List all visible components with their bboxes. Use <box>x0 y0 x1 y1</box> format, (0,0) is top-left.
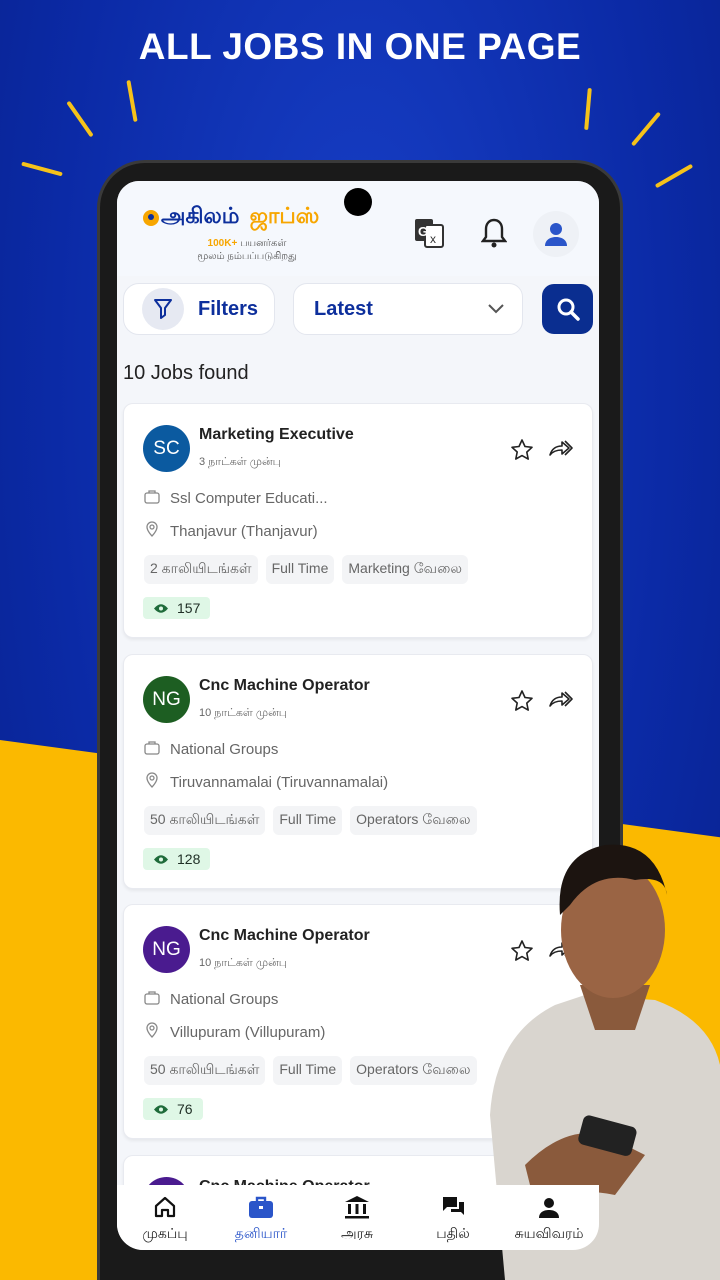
nav-item[interactable]: முகப்பு <box>117 1185 213 1250</box>
company-name: Ssl Computer Educati... <box>170 489 328 507</box>
tagline-text: பயனர்கள் <box>240 238 287 249</box>
location-row: Thanjavur (Thanjavur) <box>144 521 318 541</box>
tagline: 100K+ பயனர்கள் மூலம் நம்பப்படுகிறது <box>177 237 317 263</box>
svg-text:x: x <box>430 232 436 246</box>
logo-text-2: ஜாப்ஸ் <box>249 203 320 228</box>
tags: 50 காலியிடங்கள் Full Time Operators வேலை <box>144 806 477 835</box>
filter-icon <box>142 288 184 330</box>
company-row: Ssl Computer Educati... <box>144 488 328 508</box>
camera <box>344 188 372 216</box>
posted-time: 3 நாட்கள் முன்பு <box>199 456 281 468</box>
nav-label: முகப்பு <box>142 1225 188 1241</box>
job-type-chip: Full Time <box>265 555 335 584</box>
company-row: National Groups <box>144 989 278 1009</box>
views-badge: 76 <box>143 1098 203 1120</box>
bank-icon <box>344 1195 370 1222</box>
logo-text: அகிலம் <box>161 203 240 228</box>
eye-icon <box>154 603 168 613</box>
tags: 50 காலியிடங்கள் Full Time Operators வேலை <box>144 1056 477 1085</box>
nav-item[interactable]: பதில் <box>405 1185 501 1250</box>
share-icon[interactable] <box>548 689 574 714</box>
sort-dropdown[interactable]: Latest <box>293 283 523 335</box>
category-chip: Operators வேலை <box>350 1056 477 1085</box>
sort-value: Latest <box>314 297 373 320</box>
briefcase-outline-icon <box>144 739 160 759</box>
company-avatar: NG <box>143 926 190 973</box>
company-row: National Groups <box>144 739 278 759</box>
job-type-chip: Full Time <box>273 806 343 835</box>
location-icon <box>144 772 160 792</box>
location: Thanjavur (Thanjavur) <box>170 522 318 540</box>
views-count: 76 <box>177 1101 193 1117</box>
category-chip: Marketing வேலை <box>342 555 468 584</box>
eye-icon <box>154 854 168 864</box>
filters-label: Filters <box>198 297 259 320</box>
location-icon <box>144 1022 160 1042</box>
company-name: National Groups <box>170 740 279 758</box>
nav-item[interactable]: அரசு <box>309 1185 405 1250</box>
views-count: 157 <box>177 600 201 616</box>
job-card[interactable]: SC Marketing Executive 3 நாட்கள் முன்பு … <box>123 403 593 638</box>
location: Villupuram (Villupuram) <box>170 1023 326 1041</box>
category-chip: Operators வேலை <box>350 806 477 835</box>
posted-time: 10 நாட்கள் முன்பு <box>199 707 287 719</box>
eye-icon <box>154 1104 168 1114</box>
location: Tiruvannamalai (Tiruvannamalai) <box>170 773 389 791</box>
search-icon <box>557 298 580 321</box>
vacancies-chip: 2 காலியிடங்கள் <box>144 555 258 584</box>
location-row: Tiruvannamalai (Tiruvannamalai) <box>144 772 388 792</box>
company-avatar: NG <box>143 676 190 723</box>
location-icon <box>144 521 160 541</box>
bottom-nav: முகப்பு தனியார் அரசு பதில் சுயவிவரம் <box>117 1185 599 1250</box>
bell-icon[interactable] <box>481 217 507 249</box>
nav-item[interactable]: தனியார் <box>213 1185 309 1250</box>
app-logo: அகிலம் ஜாப்ஸ் <box>143 203 319 232</box>
location-row: Villupuram (Villupuram) <box>144 1022 325 1042</box>
job-title[interactable]: Marketing Executive <box>199 426 354 444</box>
chat-icon <box>441 1195 465 1222</box>
chevron-down-icon <box>488 304 504 314</box>
nav-label: அரசு <box>341 1225 373 1241</box>
vacancies-chip: 50 காலியிடங்கள் <box>144 1056 266 1085</box>
filters-button[interactable]: Filters <box>123 283 275 335</box>
share-icon[interactable] <box>548 438 574 463</box>
job-type-chip: Full Time <box>273 1056 343 1085</box>
results-count: 10 Jobs found <box>123 362 249 384</box>
briefcase-icon <box>248 1195 274 1222</box>
nav-item[interactable]: சுயவிவரம் <box>501 1185 597 1250</box>
profile-button[interactable] <box>533 211 579 257</box>
tags: 2 காலியிடங்கள் Full Time Marketing வேலை <box>144 555 468 584</box>
tagline-line2: மூலம் நம்பப்படுகிறது <box>197 251 297 262</box>
company-name: National Groups <box>170 990 279 1008</box>
views-badge: 128 <box>143 848 211 870</box>
briefcase-outline-icon <box>144 989 160 1009</box>
nav-label: தனியார் <box>234 1225 288 1241</box>
svg-text:G: G <box>418 224 428 239</box>
user-icon <box>537 1195 561 1222</box>
briefcase-outline-icon <box>144 488 160 508</box>
vacancies-chip: 50 காலியிடங்கள் <box>144 806 266 835</box>
user-icon <box>545 223 567 246</box>
views-badge: 157 <box>143 597 211 619</box>
nav-label: சுயவிவரம் <box>514 1225 584 1241</box>
search-button[interactable] <box>542 284 593 334</box>
headline: ALL JOBS IN ONE PAGE <box>138 26 582 67</box>
translate-icon[interactable]: Gx <box>413 217 445 249</box>
location-pin-icon <box>143 209 159 226</box>
job-title[interactable]: Cnc Machine Operator <box>199 927 370 945</box>
job-title[interactable]: Cnc Machine Operator <box>199 677 370 695</box>
company-avatar: SC <box>143 425 190 472</box>
views-count: 128 <box>177 851 201 867</box>
home-icon <box>153 1195 177 1222</box>
star-icon[interactable] <box>510 438 534 467</box>
tagline-highlight: 100K+ <box>207 238 238 249</box>
posted-time: 10 நாட்கள் முன்பு <box>199 957 287 969</box>
nav-label: பதில் <box>436 1225 470 1241</box>
star-icon[interactable] <box>510 689 534 718</box>
